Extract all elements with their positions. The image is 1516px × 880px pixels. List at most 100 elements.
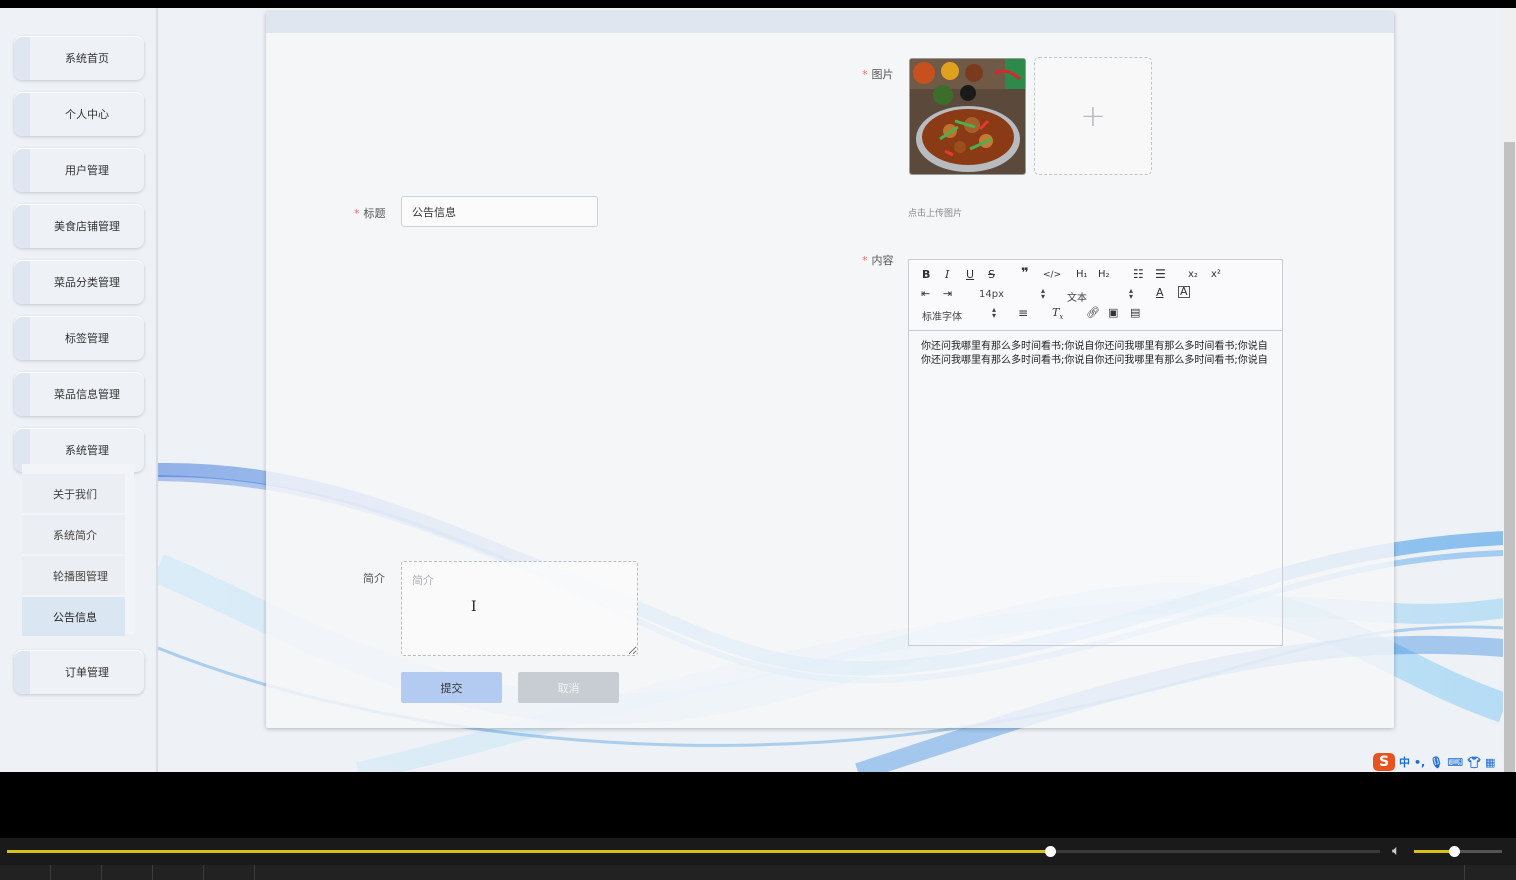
required-mark: * <box>862 68 868 81</box>
font-size-select[interactable]: 14px ▴ ▾ <box>979 286 1045 301</box>
sidebar-item-label: 菜品信息管理 <box>54 388 120 401</box>
bold-icon[interactable]: B <box>922 268 930 282</box>
background-color-icon[interactable]: A <box>1178 286 1190 298</box>
uploaded-food-image[interactable] <box>909 58 1026 175</box>
header-select-value: 文本 <box>1067 293 1087 304</box>
blockquote-icon[interactable]: ❞ <box>1021 267 1029 281</box>
video-icon[interactable]: ▤ <box>1130 306 1140 320</box>
food-image-graphic <box>910 59 1025 174</box>
link-icon[interactable]: 🔗︎ <box>1086 306 1100 320</box>
image-icon[interactable]: ▣ <box>1108 306 1118 320</box>
plus-icon: + <box>1080 98 1106 134</box>
microphone-icon[interactable]: 🎙︎ <box>1429 756 1443 769</box>
divider <box>50 865 51 880</box>
submenu-item-intro[interactable]: 系统简介 <box>22 515 125 554</box>
seek-progress <box>7 850 1051 853</box>
sidebar-item-orders[interactable]: 订单管理 <box>14 650 144 694</box>
app-screen: 系统首页 个人中心 用户管理 美食店铺管理 菜品分类管理 标签管理 菜品信息管理… <box>0 8 1516 772</box>
scrollbar-thumb[interactable] <box>1504 142 1515 772</box>
video-player-controls: 🔈︎ <box>0 838 1516 880</box>
submit-button[interactable]: 提交 <box>401 672 502 703</box>
submenu-item-label: 系统简介 <box>53 528 97 542</box>
font-color-icon[interactable]: A <box>1156 286 1164 300</box>
submenu-item-label: 轮播图管理 <box>53 569 108 583</box>
seek-handle[interactable] <box>1045 846 1057 857</box>
indent-icon[interactable]: ⇥ <box>943 287 952 301</box>
sidebar-item-users[interactable]: 用户管理 <box>14 148 144 192</box>
editor-content[interactable]: 你还问我哪里有那么多时间看书;你说自你还问我哪里有那么多时间看书;你说自你还问我… <box>921 340 1271 368</box>
sidebar-item-dishes[interactable]: 菜品信息管理 <box>14 372 144 416</box>
bullet-list-icon[interactable]: ☰ <box>1155 267 1166 281</box>
title-input[interactable] <box>401 196 598 227</box>
editor-toolbar: B I U S ❞ </> H₁ H₂ ☷ ☰ x₂ x² ⇤ ⇥ 14px ▴ ▾… <box>909 260 1282 331</box>
sidebar-item-profile[interactable]: 个人中心 <box>14 92 144 136</box>
subscript-icon[interactable]: x₂ <box>1188 268 1198 282</box>
image-label-text: 图片 <box>871 68 894 81</box>
submenu-item-label: 关于我们 <box>53 487 97 501</box>
sogou-logo-icon[interactable]: S <box>1373 753 1395 771</box>
title-label-text: 标题 <box>363 207 386 220</box>
outdent-icon[interactable]: ⇤ <box>921 287 930 301</box>
image-label: * 图片 <box>862 66 894 82</box>
italic-icon[interactable]: I <box>945 268 949 282</box>
align-icon[interactable]: ≡ <box>1018 306 1028 320</box>
vertical-scrollbar[interactable] <box>1503 8 1516 772</box>
toolbox-icon[interactable]: ▦ <box>1485 756 1495 769</box>
select-arrows-icon: ▴ ▾ <box>1128 286 1133 301</box>
ime-toolbar: S 中 •, 🎙︎ ⌨ 👕︎ ▦ <box>1373 752 1516 772</box>
cancel-button[interactable]: 取消 <box>518 672 619 703</box>
code-block-icon[interactable]: </> <box>1043 268 1061 282</box>
sidebar-item-label: 标签管理 <box>65 332 109 345</box>
ime-mode-chinese[interactable]: 中 <box>1399 754 1410 770</box>
clear-format-icon[interactable]: Tx <box>1052 306 1063 324</box>
font-family-select[interactable]: 标准字体 ▴ ▾ <box>922 305 996 324</box>
font-size-value: 14px <box>979 289 1004 300</box>
header-1-icon[interactable]: H₁ <box>1076 268 1088 282</box>
select-arrows-icon: ▴ ▾ <box>991 305 996 320</box>
sidebar-item-dish-categories[interactable]: 菜品分类管理 <box>14 260 144 304</box>
summary-textarea[interactable] <box>401 561 638 656</box>
sidebar-item-label: 系统首页 <box>65 52 109 65</box>
punctuation-icon[interactable]: •, <box>1414 756 1425 769</box>
sidebar-item-shops[interactable]: 美食店铺管理 <box>14 204 144 248</box>
underline-icon[interactable]: U <box>966 268 974 282</box>
sidebar-item-label: 个人中心 <box>65 108 109 121</box>
image-upload-box[interactable]: + <box>1034 57 1152 175</box>
divider <box>1464 865 1465 880</box>
sidebar-item-label: 美食店铺管理 <box>54 220 120 233</box>
header-select[interactable]: 文本 ▴ ▾ <box>1067 286 1133 305</box>
skin-icon[interactable]: 👕︎ <box>1467 756 1481 769</box>
sidebar-item-label: 订单管理 <box>65 666 109 679</box>
superscript-icon[interactable]: x² <box>1211 268 1221 282</box>
sidebar-item-label: 系统管理 <box>65 444 109 457</box>
volume-level <box>1414 850 1454 853</box>
divider <box>254 865 255 880</box>
submenu-item-carousel[interactable]: 轮播图管理 <box>22 556 125 595</box>
title-label: * 标题 <box>354 205 386 221</box>
volume-icon[interactable]: 🔈︎ <box>1392 843 1400 859</box>
sidebar-item-label: 菜品分类管理 <box>54 276 120 289</box>
seek-bar[interactable] <box>7 846 1380 857</box>
summary-label: 简介 <box>363 570 385 586</box>
submenu-item-notices[interactable]: 公告信息 <box>22 597 125 636</box>
keyboard-icon[interactable]: ⌨ <box>1447 756 1463 769</box>
sidebar-border <box>156 8 158 772</box>
font-family-value: 标准字体 <box>922 312 962 323</box>
notice-form-card: *标题 简介 I 提交 取消 *图片 <box>266 12 1394 728</box>
strikethrough-icon[interactable]: S <box>988 268 995 282</box>
select-arrows-icon: ▴ ▾ <box>1040 286 1045 301</box>
card-header-bar <box>266 12 1394 33</box>
sidebar-item-home[interactable]: 系统首页 <box>14 36 144 80</box>
ordered-list-icon[interactable]: ☷ <box>1133 267 1144 281</box>
divider <box>203 865 204 880</box>
player-button-row <box>0 865 1516 880</box>
header-2-icon[interactable]: H₂ <box>1098 268 1110 282</box>
sidebar-item-tags[interactable]: 标签管理 <box>14 316 144 360</box>
sidebar-item-label: 用户管理 <box>65 164 109 177</box>
submenu-item-about[interactable]: 关于我们 <box>22 474 125 513</box>
required-mark: * <box>354 207 360 220</box>
divider <box>152 865 153 880</box>
sidebar: 系统首页 个人中心 用户管理 美食店铺管理 菜品分类管理 标签管理 菜品信息管理… <box>6 24 156 696</box>
volume-handle[interactable] <box>1448 846 1460 857</box>
volume-slider[interactable] <box>1414 846 1502 857</box>
